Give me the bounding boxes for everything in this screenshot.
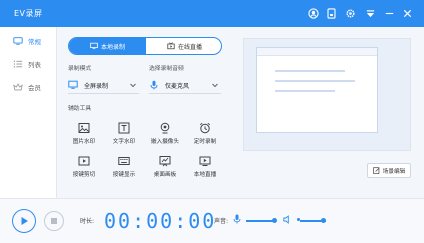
- scene-edit-label: 场景编辑: [382, 168, 406, 175]
- live-stream-icon: [199, 156, 211, 166]
- title-bar[interactable]: EV录屏: [0, 0, 424, 27]
- record-mode-value: 全屏录制: [84, 82, 109, 90]
- tab-local-record[interactable]: 本地录制: [69, 38, 146, 54]
- main-panel: 本地录制 在线直播 录制模式 全屏录制 选择录制音频 仅麦克风 辅助工具 图片水…: [57, 27, 424, 198]
- sidebar: 常规 列表 会员: [0, 27, 57, 198]
- keyboard-icon: [118, 157, 130, 165]
- tool-label: 按键显示: [112, 172, 136, 178]
- minimize-icon[interactable]: [382, 6, 396, 20]
- mic-volume-knob[interactable]: [272, 218, 277, 223]
- sidebar-item-label: 列表: [28, 61, 41, 69]
- play-icon: [21, 217, 28, 225]
- volume-label: 声音:: [214, 218, 229, 225]
- sidebar-item-label: 常规: [28, 38, 41, 46]
- image-icon: [78, 123, 90, 133]
- menu-icon[interactable]: [363, 6, 377, 20]
- tool-image-watermark[interactable]: 图片水印: [64, 122, 104, 152]
- tool-timed-record[interactable]: 定时录制: [185, 122, 225, 152]
- duration-timer: 00:00:00: [104, 209, 217, 233]
- sidebar-item-general[interactable]: 常规: [0, 31, 57, 51]
- text-icon: [118, 122, 130, 134]
- tab-local-record-label: 本地录制: [100, 43, 125, 51]
- live-icon: [167, 42, 175, 50]
- preview-line: [275, 70, 345, 72]
- drawing-board-icon: [159, 156, 171, 167]
- alarm-clock-icon: [199, 122, 211, 134]
- record-mode-select[interactable]: 全屏录制: [68, 77, 139, 94]
- list-icon: [13, 60, 23, 68]
- webcam-icon: [160, 122, 170, 134]
- preview-window-bar: [257, 48, 377, 56]
- microphone-icon[interactable]: [233, 214, 241, 224]
- microphone-icon: [150, 80, 158, 90]
- speaker-volume-slider[interactable]: [300, 218, 326, 223]
- preview-area: [243, 38, 411, 151]
- document-icon[interactable]: [324, 6, 338, 20]
- tool-label: 桌面画板: [153, 172, 177, 178]
- tool-text-watermark[interactable]: 文字水印: [104, 122, 144, 152]
- tool-local-live[interactable]: 本地直播: [185, 155, 225, 185]
- preview-window-illustration: [256, 47, 378, 133]
- tool-label: 图片水印: [72, 139, 96, 145]
- preview-line: [275, 90, 335, 92]
- app-window: EV录屏 常规 列表 会员 本地录制 在线直播 录制模式 全屏录制 选择录制音频…: [0, 0, 424, 243]
- sidebar-item-label: 会员: [28, 84, 41, 92]
- tools-label: 辅助工具: [68, 106, 92, 112]
- vip-icon: [13, 83, 23, 91]
- monitor-icon: [68, 80, 78, 89]
- scene-edit-button[interactable]: 场景编辑: [367, 163, 411, 178]
- sidebar-item-list[interactable]: 列表: [0, 54, 57, 74]
- speaker-icon[interactable]: [283, 215, 292, 224]
- audio-select[interactable]: 仅麦克风: [149, 77, 221, 94]
- tool-key-display[interactable]: 按键显示: [104, 155, 144, 185]
- chevron-down-icon: [212, 83, 218, 88]
- video-clip-icon: [78, 156, 90, 166]
- duration-label: 时长:: [80, 218, 95, 225]
- tab-live-stream[interactable]: 在线直播: [146, 38, 221, 54]
- stop-record-button[interactable]: [44, 211, 64, 231]
- user-icon[interactable]: [306, 6, 320, 20]
- start-record-button[interactable]: [12, 209, 36, 233]
- tool-label: 按键剪切: [72, 172, 96, 178]
- close-icon[interactable]: [400, 6, 414, 20]
- speaker-volume-knob[interactable]: [321, 218, 326, 223]
- tool-hotkey-cut[interactable]: 按键剪切: [64, 155, 104, 185]
- tool-label: 定时录制: [193, 139, 217, 145]
- edit-icon: [372, 167, 380, 174]
- settings-icon[interactable]: [343, 6, 357, 20]
- tool-label: 本地直播: [193, 172, 217, 178]
- tool-embed-camera[interactable]: 嵌入摄像头: [145, 122, 185, 152]
- sidebar-item-vip[interactable]: 会员: [0, 77, 57, 97]
- mode-tabs: 本地录制 在线直播: [68, 37, 222, 55]
- audio-value: 仅麦克风: [165, 82, 190, 90]
- app-title: EV录屏: [14, 9, 43, 18]
- record-mode-label: 录制模式: [68, 66, 92, 72]
- tab-live-stream-label: 在线直播: [177, 43, 202, 51]
- monitor-icon: [90, 42, 98, 49]
- audio-label: 选择录制音频: [149, 66, 184, 72]
- stop-icon: [51, 218, 57, 224]
- chevron-down-icon: [130, 83, 136, 88]
- monitor-icon: [13, 37, 23, 45]
- tool-label: 嵌入摄像头: [151, 139, 179, 145]
- preview-line: [275, 80, 355, 82]
- tool-desktop-board[interactable]: 桌面画板: [145, 155, 185, 185]
- control-bar: 时长: 00:00:00 声音:: [0, 198, 424, 243]
- tool-label: 文字水印: [112, 139, 136, 145]
- mic-volume-slider[interactable]: [246, 218, 277, 223]
